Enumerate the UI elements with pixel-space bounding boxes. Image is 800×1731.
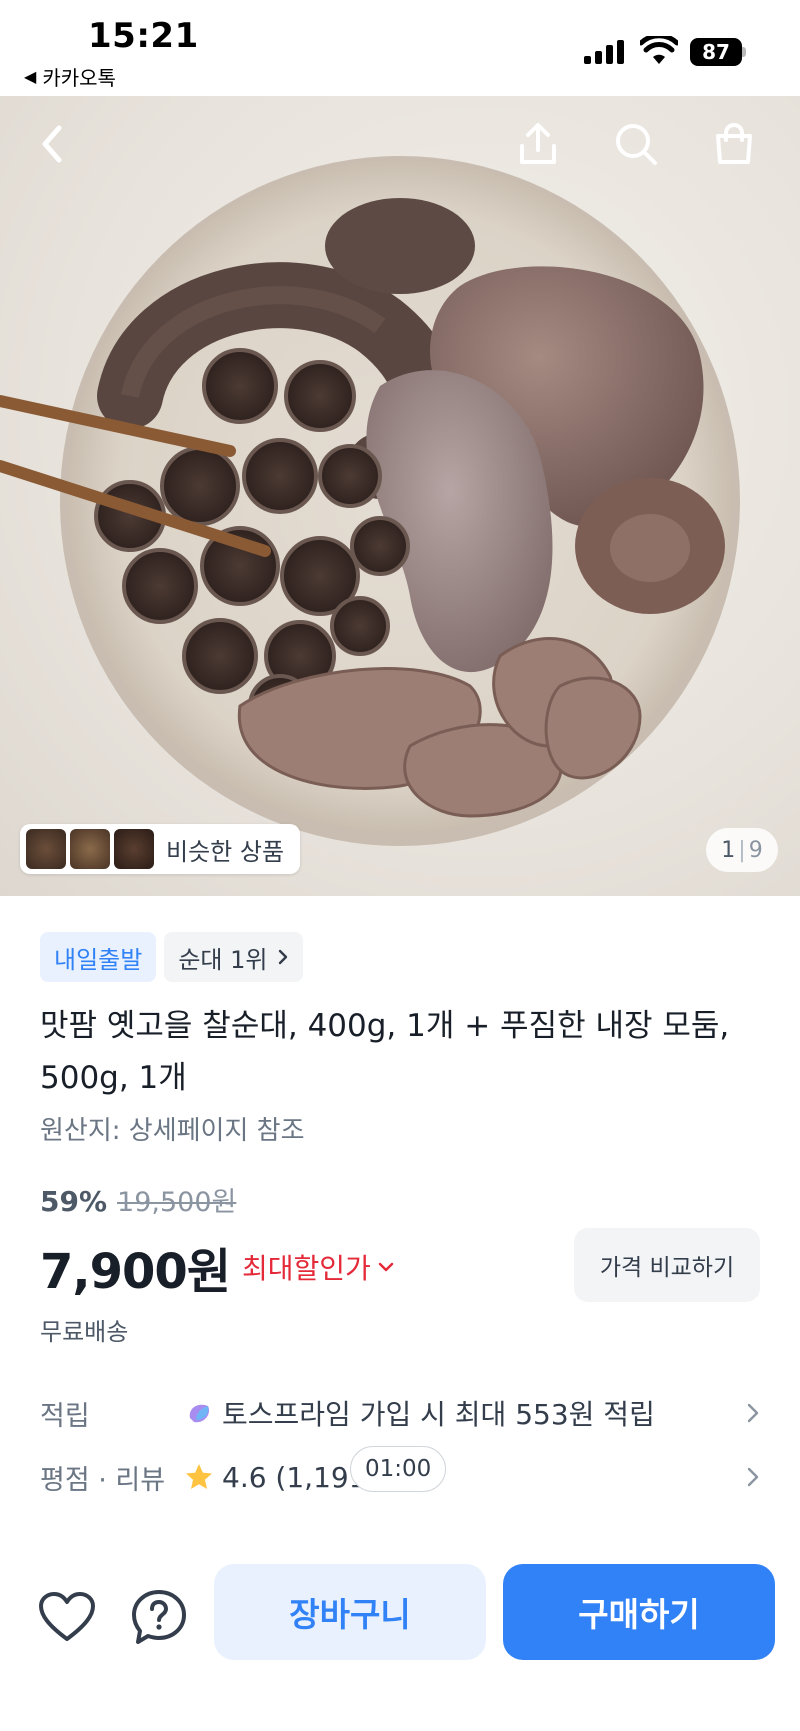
share-button[interactable] [510, 116, 566, 172]
discount-row: 59% 19,500원 [40, 1180, 236, 1219]
original-price: 19,500원 [117, 1187, 237, 1218]
search-icon [616, 124, 657, 165]
toss-prime-icon [189, 1404, 210, 1423]
shopping-bag-icon [716, 123, 752, 164]
discount-percent: 59% [40, 1185, 108, 1218]
cart-button[interactable] [706, 116, 762, 172]
max-discount-label: 최대할인가 [242, 1252, 371, 1285]
points-value: 토스프라임 가입 시 최대 553원 적립 [222, 1398, 655, 1431]
chevron-down-icon [378, 1262, 394, 1272]
price-row: 7,900원 최대할인가 [40, 1232, 395, 1302]
battery-level: 87 [690, 38, 742, 66]
star-icon [186, 1464, 212, 1489]
product-image[interactable]: 비슷한 상품 1 | 9 [0, 96, 800, 896]
back-to-app-link[interactable]: ◀ 카카오톡 [24, 62, 116, 91]
page-current: 1 [721, 837, 736, 863]
compare-price-button[interactable]: 가격 비교하기 [574, 1228, 760, 1302]
back-triangle-icon: ◀ [24, 67, 37, 86]
add-to-cart-button[interactable]: 장바구니 [214, 1564, 486, 1660]
similar-thumb [70, 829, 110, 869]
timer-pill: 01:00 [350, 1446, 447, 1492]
question-icon [132, 1590, 186, 1644]
back-button[interactable] [24, 116, 80, 172]
similar-products-label: 비슷한 상품 [166, 837, 285, 866]
similar-thumb [26, 829, 66, 869]
heart-icon [39, 1592, 95, 1641]
back-arrow-icon [42, 125, 62, 163]
cellular-signal-icon [584, 40, 624, 64]
image-top-nav [0, 96, 800, 186]
product-origin: 원산지: 상세페이지 참조 [40, 1116, 305, 1146]
points-label: 적립 [40, 1400, 90, 1432]
inquiry-button[interactable] [124, 1582, 194, 1652]
wifi-icon [640, 36, 678, 64]
buy-now-button[interactable]: 구매하기 [503, 1564, 775, 1660]
max-discount-toggle[interactable]: 최대할인가 [242, 1247, 395, 1287]
rank-badge[interactable]: 순대 1위 [164, 932, 304, 982]
chevron-right-icon [747, 1403, 759, 1423]
product-photo [0, 156, 740, 846]
status-bar: 15:21 ◀ 카카오톡 87 [0, 0, 800, 96]
image-page-indicator: 1 | 9 [706, 828, 778, 872]
rank-badge-label: 순대 1위 [178, 945, 268, 974]
points-row[interactable]: 적립 토스프라임 가입 시 최대 553원 적립 [40, 1388, 760, 1438]
search-button[interactable] [608, 116, 664, 172]
product-title: 맛팜 옛고을 찰순대, 400g, 1개 + 푸짐한 내장 모둠, 500g, … [40, 1008, 730, 1096]
similar-thumb [114, 829, 154, 869]
battery-icon: 87 [690, 38, 746, 66]
rating-label: 평점 · 리뷰 [40, 1464, 166, 1496]
back-app-label: 카카오톡 [42, 66, 116, 90]
share-icon [520, 123, 556, 164]
similar-products-chip[interactable]: 비슷한 상품 [20, 824, 301, 874]
sale-price: 7,900원 [40, 1244, 231, 1300]
delivery-badge: 내일출발 [40, 932, 157, 982]
chevron-right-icon [747, 1467, 759, 1487]
chevron-right-icon [279, 949, 288, 965]
status-time: 15:21 [88, 16, 199, 56]
product-badges: 내일출발 순대 1위 [40, 932, 304, 982]
shipping-info: 무료배송 [40, 1318, 129, 1346]
wishlist-button[interactable] [32, 1582, 102, 1652]
page-total: 9 [748, 837, 763, 863]
